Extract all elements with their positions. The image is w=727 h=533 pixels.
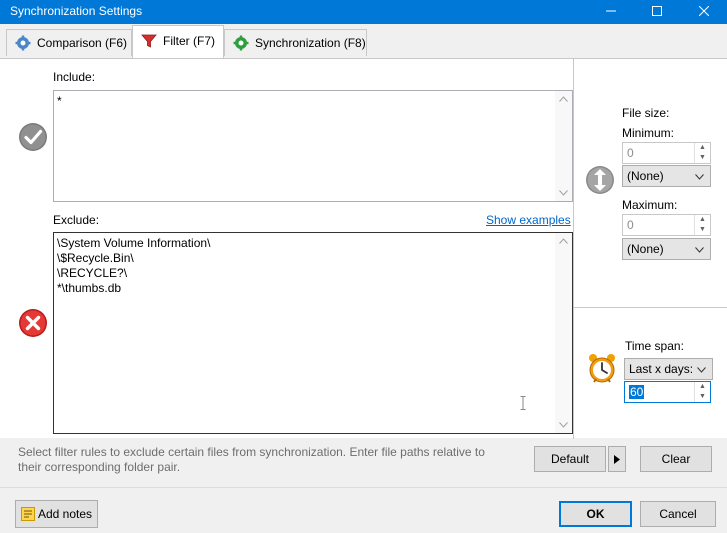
show-examples-link[interactable]: Show examples (486, 213, 571, 227)
include-label: Include: (53, 70, 96, 84)
chevron-down-icon (695, 247, 704, 253)
window-title: Synchronization Settings (10, 4, 143, 18)
minimum-unit-value: (None) (627, 169, 664, 183)
maximum-unit-select[interactable]: (None) (622, 238, 711, 260)
tab-label: Comparison (F6) (37, 36, 128, 50)
maximum-spin-buttons[interactable]: ▲ ▼ (694, 215, 710, 235)
filter-hint: Select filter rules to exclude certain f… (18, 445, 485, 474)
tab-label: Filter (F7) (163, 34, 215, 48)
maximum-unit-value: (None) (627, 242, 664, 256)
title-bar: Synchronization Settings (0, 0, 727, 24)
minimize-button[interactable] (588, 0, 634, 24)
scroll-up-icon (559, 238, 568, 244)
red-x-icon (19, 309, 47, 337)
file-size-label: File size: (622, 106, 670, 120)
spin-down-icon[interactable]: ▼ (695, 225, 710, 235)
exclude-scrollbar[interactable] (555, 233, 572, 433)
days-value: 60 (629, 385, 645, 399)
ok-button[interactable]: OK (559, 501, 632, 527)
include-field[interactable]: * (53, 90, 573, 202)
note-icon (21, 507, 35, 521)
tab-synchronization[interactable]: Synchronization (F8) (224, 29, 367, 56)
tab-filter[interactable]: Filter (F7) (132, 25, 224, 59)
tab-comparison[interactable]: Comparison (F6) (6, 29, 132, 56)
time-span-mode: Last x days: (629, 362, 694, 376)
maximum-size-input[interactable]: 0 ▲ ▼ (622, 214, 711, 236)
dialog-footer: Add notes OK Cancel (0, 487, 727, 533)
funnel-icon (141, 34, 157, 48)
spin-up-icon[interactable]: ▲ (695, 215, 710, 225)
include-text: * (57, 94, 62, 108)
text-cursor-icon (520, 396, 526, 410)
maximum-label: Maximum: (622, 198, 678, 212)
up-down-arrows-icon (586, 166, 614, 194)
gear-icon (15, 35, 31, 51)
exclude-field[interactable]: \System Volume Information\ \$Recycle.Bi… (53, 232, 573, 434)
spin-down-icon[interactable]: ▼ (695, 153, 710, 163)
alarm-clock-icon (589, 354, 615, 383)
exclude-line: \System Volume Information\ (57, 236, 211, 250)
minimum-unit-select[interactable]: (None) (622, 165, 711, 187)
scroll-up-icon (559, 96, 568, 102)
green-gear-icon (233, 35, 249, 51)
minimum-size-input[interactable]: 0 ▲ ▼ (622, 142, 711, 164)
spin-up-icon[interactable]: ▲ (695, 382, 710, 392)
spin-down-icon[interactable]: ▼ (695, 392, 710, 402)
checkmark-icon (19, 123, 47, 151)
triangle-right-icon (614, 455, 620, 464)
exclude-line: \$Recycle.Bin\ (57, 251, 134, 265)
default-button[interactable]: Default (534, 446, 606, 472)
panel-divider (573, 59, 574, 439)
time-span-label: Time span: (625, 339, 684, 353)
exclude-line: \RECYCLE?\ (57, 266, 128, 280)
minimize-icon (606, 10, 616, 12)
close-icon (698, 5, 710, 17)
maximize-button[interactable] (634, 0, 680, 24)
minimum-value: 0 (627, 146, 634, 160)
filter-panel: Include: * Exclude: Show examples \Syste… (0, 58, 727, 439)
maximize-icon (652, 6, 662, 16)
tab-label: Synchronization (F8) (255, 36, 366, 50)
exclude-label: Exclude: (53, 213, 100, 227)
cancel-button[interactable]: Cancel (640, 501, 716, 527)
include-scrollbar[interactable] (555, 91, 572, 201)
minimum-label: Minimum: (622, 126, 675, 140)
time-span-select[interactable]: Last x days: (624, 358, 713, 380)
days-input[interactable]: 60 ▲ ▼ (624, 381, 711, 403)
add-notes-button[interactable]: Add notes (15, 500, 98, 528)
default-menu-button[interactable] (608, 446, 626, 472)
tab-bar: Comparison (F6) Filter (F7) Synchronizat… (0, 24, 727, 59)
chevron-down-icon (697, 367, 706, 373)
minimum-spin-buttons[interactable]: ▲ ▼ (694, 143, 710, 163)
close-button[interactable] (681, 0, 727, 24)
right-divider (574, 307, 727, 308)
scroll-down-icon (559, 422, 568, 428)
maximum-value: 0 (627, 218, 634, 232)
exclude-line: *\thumbs.db (57, 281, 122, 295)
spin-up-icon[interactable]: ▲ (695, 143, 710, 153)
scroll-down-icon (559, 190, 568, 196)
chevron-down-icon (695, 174, 704, 180)
days-spin-buttons[interactable]: ▲ ▼ (694, 382, 710, 402)
add-notes-label: Add notes (38, 507, 93, 521)
clear-button[interactable]: Clear (640, 446, 712, 472)
